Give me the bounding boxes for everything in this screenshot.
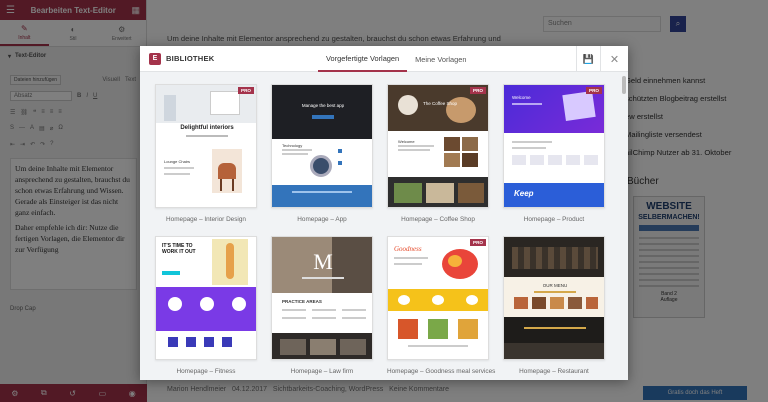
template-headline: Manage the best app [301,103,345,108]
tab-predesigned-templates[interactable]: Vorgefertigte Vorlagen [318,46,408,72]
pro-badge: PRO [586,87,602,94]
library-tabs: Vorgefertigte Vorlagen Meine Vorlagen [318,46,475,72]
modal-title: BIBLIOTHEK [166,54,215,63]
modal-scrollbar[interactable] [621,76,627,378]
close-icon: ✕ [609,53,620,66]
template-card[interactable]: PRO Delightful interiors Lounge Chairs H… [155,84,257,223]
template-name: Homepage – Goodness meal services [387,368,496,375]
template-thumbnail[interactable]: PRO The Coffee Shop Welcome [387,84,489,208]
template-name: Homepage – Fitness [176,368,236,375]
template-card[interactable]: PRO Goodness Homepage – Goodness meal se… [387,236,496,375]
template-thumbnail[interactable]: Manage the best app Technology [271,84,373,208]
template-headline: The Coffee Shop [423,101,457,106]
tab-my-templates[interactable]: Meine Vorlagen [407,46,474,72]
save-icon: 💾 [582,53,595,64]
pro-badge: PRO [470,239,486,246]
pro-badge: PRO [470,87,486,94]
scrollbar-thumb[interactable] [622,76,626,94]
template-name: Homepage – Interior Design [166,216,246,223]
template-name: Homepage – Product [523,216,585,223]
template-thumbnail[interactable]: OUR MENU [503,236,605,360]
save-template-button[interactable]: 💾 [576,46,600,72]
template-sub: Lounge Chairs [164,159,191,164]
template-card[interactable]: Manage the best app Technology Homepage … [271,84,373,223]
template-name: Homepage – Law firm [290,368,354,375]
template-headline: M [313,249,333,274]
template-card[interactable]: M PRACTICE AREAS Homepage – Law firm [271,236,373,375]
template-thumbnail[interactable]: PRO Delightful interiors Lounge Chairs [155,84,257,208]
template-headline: OUR MENU [542,283,568,288]
template-headline: IT'S TIME TO WORK IT OUT [162,243,196,255]
template-thumbnail[interactable]: PRO Goodness [387,236,489,360]
modal-header: E BIBLIOTHEK Vorgefertigte Vorlagen Mein… [140,46,628,72]
template-sub: Technology [282,143,303,148]
template-name: Homepage – App [297,216,347,223]
template-sub: Welcome [398,139,415,144]
template-name: Homepage – Restaurant [519,368,589,375]
template-sub: PRACTICE AREAS [282,299,322,304]
template-thumbnail[interactable]: M PRACTICE AREAS [271,236,373,360]
elementor-logo-icon: E [149,52,161,65]
library-modal: E BIBLIOTHEK Vorgefertigte Vorlagen Mein… [140,46,628,380]
template-thumbnail[interactable]: IT'S TIME TO WORK IT OUT [155,236,257,360]
template-card[interactable]: PRO The Coffee Shop Welcome Homepage – C… [387,84,489,223]
template-grid: PRO Delightful interiors Lounge Chairs H… [140,72,620,380]
template-thumbnail[interactable]: PRO Welcome Keep [503,84,605,208]
template-card[interactable]: OUR MENU Homepage – Restaurant [503,236,605,375]
template-card[interactable]: IT'S TIME TO WORK IT OUT Homepage – Fitn… [155,236,257,375]
pro-badge: PRO [238,87,254,94]
template-headline: Welcome [512,95,531,100]
template-sub: Keep [514,189,534,198]
template-name: Homepage – Coffee Shop [401,216,475,223]
template-headline: Delightful interiors [180,125,234,131]
close-modal-button[interactable]: ✕ [600,46,628,72]
template-headline: Goodness [394,245,422,253]
template-card[interactable]: PRO Welcome Keep Homepage – Product [503,84,605,223]
screen: Um deine Inhalte mit Elementor anspreche… [0,0,768,402]
